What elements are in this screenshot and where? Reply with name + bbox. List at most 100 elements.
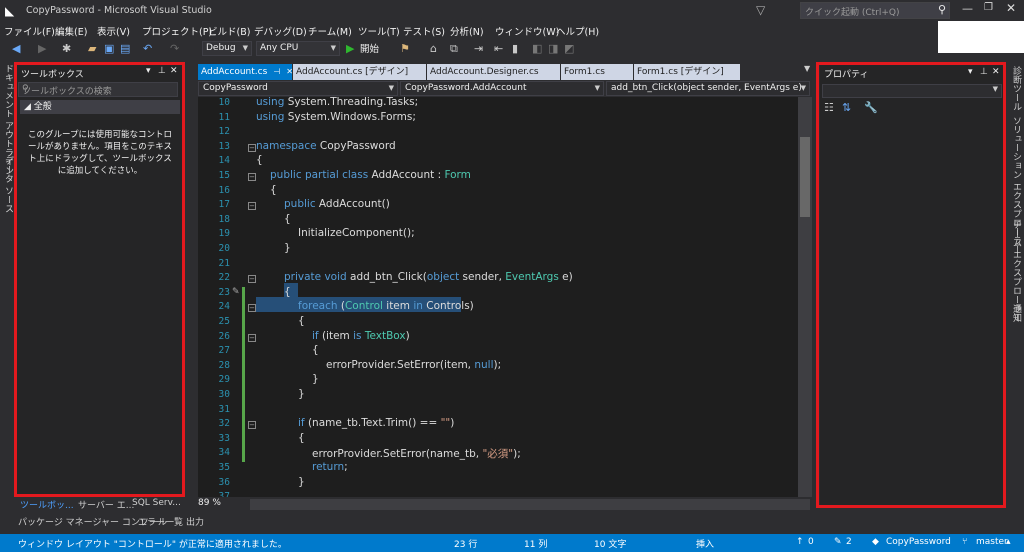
menu-window[interactable]: ウィンドウ(W)	[495, 24, 559, 38]
minimize-button[interactable]: —	[962, 2, 978, 15]
horizontal-scrollbar[interactable]	[250, 499, 810, 510]
menu-help[interactable]: ヘルプ(H)	[556, 24, 599, 38]
filter-icon[interactable]: ▽	[756, 3, 768, 17]
close-window-button[interactable]: ✕	[1006, 1, 1022, 15]
member-nav-dropdown[interactable]: add_btn_Click(object sender, EventArgs e…	[606, 81, 810, 96]
status-branch[interactable]: master	[976, 537, 1008, 547]
collapse-icon[interactable]: −	[248, 143, 256, 152]
tab-addaccount-design[interactable]: AddAccount.cs [デザイン]	[293, 64, 426, 80]
notifications-tab[interactable]: 通知	[1010, 304, 1023, 322]
menu-build[interactable]: ビルド(B)	[208, 24, 250, 38]
forward-icon[interactable]: ▶	[38, 42, 46, 55]
bookmark-clear-icon[interactable]: ◩	[564, 42, 574, 55]
collapse-icon[interactable]: −	[248, 275, 256, 284]
code-line[interactable]: public partial class AddAccount : Form	[270, 169, 471, 181]
code-line[interactable]: }	[312, 373, 319, 385]
menu-project[interactable]: プロジェクト(P)	[142, 24, 212, 38]
code-line[interactable]: private void add_btn_Click(object sender…	[284, 271, 573, 283]
code-line[interactable]: {	[284, 286, 291, 298]
pin-icon[interactable]: ⊣	[273, 67, 280, 76]
tab-error-list[interactable]: エラー一覧	[138, 515, 183, 528]
code-line[interactable]: {	[284, 213, 291, 225]
collapse-icon[interactable]: −	[248, 421, 256, 430]
browser-link-icon[interactable]: ⚑	[400, 42, 410, 55]
code-line[interactable]: }	[298, 388, 305, 400]
scroll-thumb[interactable]	[800, 137, 810, 217]
close-icon[interactable]: ✕	[286, 67, 293, 76]
configuration-dropdown[interactable]: Debug ▼	[202, 41, 252, 56]
type-nav-dropdown[interactable]: CopyPassword.AddAccount ▼	[400, 81, 604, 96]
outdent-icon[interactable]: ⇤	[494, 42, 503, 55]
code-line[interactable]: if (name_tb.Text.Trim() == "")	[298, 417, 454, 429]
tab-addaccount-cs[interactable]: AddAccount.cs ⊣ ✕	[198, 64, 293, 80]
code-editor[interactable]: 10 11 12 13 − 14 15 − 16 17 − 18 19 20 21 22 − 23 24 − 25 26 −…	[198, 97, 798, 497]
open-folder-icon[interactable]: ▰	[88, 42, 96, 55]
indent-icon[interactable]: ⇥	[474, 42, 483, 55]
code-line[interactable]: {	[298, 315, 305, 327]
code-line[interactable]: errorProvider.SetError(name_tb, "必須");	[312, 446, 521, 461]
tab-sql-server[interactable]: SQL Serv...	[132, 498, 181, 508]
code-line[interactable]: errorProvider.SetError(item, null);	[326, 359, 501, 371]
status-edits[interactable]: 2	[846, 537, 852, 547]
tab-form1-cs[interactable]: Form1.cs	[561, 64, 633, 80]
chevron-down-icon: ▼	[330, 44, 336, 52]
save-icon[interactable]: ▣	[104, 42, 114, 55]
status-project[interactable]: CopyPassword	[886, 537, 951, 547]
collapse-icon[interactable]: −	[248, 202, 256, 211]
start-icon[interactable]: ▶	[346, 42, 354, 55]
code-line[interactable]: using System.Threading.Tasks;	[256, 97, 418, 108]
tab-form1-design[interactable]: Form1.cs [デザイン]	[634, 64, 740, 80]
tab-label: AddAccount.cs [デザイン]	[296, 67, 409, 77]
bookmark-next-icon[interactable]: ◨	[548, 42, 558, 55]
bookmark-prev-icon[interactable]: ◧	[532, 42, 542, 55]
tab-addaccount-designer[interactable]: AddAccount.Designer.cs	[427, 64, 560, 80]
code-line[interactable]: InitializeComponent();	[298, 227, 415, 239]
pencil-icon[interactable]: ✎	[232, 287, 240, 297]
menu-debug[interactable]: デバッグ(D)	[254, 24, 307, 38]
redo-icon[interactable]: ↷	[170, 42, 179, 55]
code-line[interactable]: }	[284, 242, 291, 254]
code-line[interactable]: {	[270, 184, 277, 196]
status-unpushed[interactable]: 0	[808, 537, 814, 547]
vertical-scrollbar[interactable]	[798, 97, 812, 497]
code-line[interactable]: return;	[312, 461, 348, 473]
platform-value: Any CPU	[260, 43, 299, 53]
menu-view[interactable]: 表示(V)	[97, 24, 130, 38]
collapse-icon[interactable]: −	[248, 173, 256, 181]
save-all-icon[interactable]: ▤	[120, 42, 130, 55]
code-line[interactable]: if (item is TextBox)	[312, 330, 410, 342]
undo-icon[interactable]: ↶	[143, 42, 152, 55]
menu-team[interactable]: チーム(M)	[308, 24, 352, 38]
collapse-icon[interactable]: −	[248, 333, 256, 342]
menu-file[interactable]: ファイル(F)	[4, 24, 55, 38]
new-project-icon[interactable]: ✱	[62, 42, 71, 55]
menu-analyze[interactable]: 分析(N)	[450, 24, 484, 38]
code-line[interactable]: namespace CopyPassword	[256, 140, 396, 152]
code-line[interactable]: {	[298, 432, 305, 444]
menu-test[interactable]: テスト(S)	[403, 24, 445, 38]
code-line[interactable]: {	[312, 344, 319, 356]
code-line[interactable]: {	[256, 154, 263, 166]
restore-button[interactable]: ❐	[984, 2, 1000, 13]
code-line[interactable]: foreach (Control item in Controls)	[298, 300, 474, 312]
code-line[interactable]: public AddAccount()	[284, 198, 390, 210]
menu-tools[interactable]: ツール(T)	[358, 24, 400, 38]
quick-launch-input[interactable]: クイック起動 (Ctrl+Q) ⚲	[800, 2, 950, 19]
tab-toolbox[interactable]: ツールボッ...	[20, 498, 74, 511]
platform-dropdown[interactable]: Any CPU ▼	[256, 41, 340, 56]
project-nav-dropdown[interactable]: CopyPassword ▼	[198, 81, 398, 96]
toolbar-icon-1[interactable]: ⌂	[430, 42, 437, 55]
menu-edit[interactable]: 編集(E)	[55, 24, 87, 38]
code-line[interactable]: }	[298, 476, 305, 488]
bookmark-icon[interactable]: ▮	[512, 42, 518, 55]
tab-output[interactable]: 出力	[186, 515, 204, 528]
tab-dropdown-icon[interactable]: ▼	[804, 64, 816, 73]
start-button[interactable]: 開始	[360, 43, 379, 56]
zoom-level[interactable]: 89 %	[198, 498, 248, 508]
code-line[interactable]: using System.Windows.Forms;	[256, 111, 416, 123]
back-icon[interactable]: ◀	[12, 42, 20, 55]
toolbar-icon-2[interactable]: ⧉	[450, 42, 458, 55]
collapse-icon[interactable]: −	[248, 304, 256, 313]
diagnostic-tools-tab[interactable]: 診断ツール	[1010, 66, 1023, 111]
tab-server-explorer[interactable]: サーバー エ...	[78, 498, 134, 511]
